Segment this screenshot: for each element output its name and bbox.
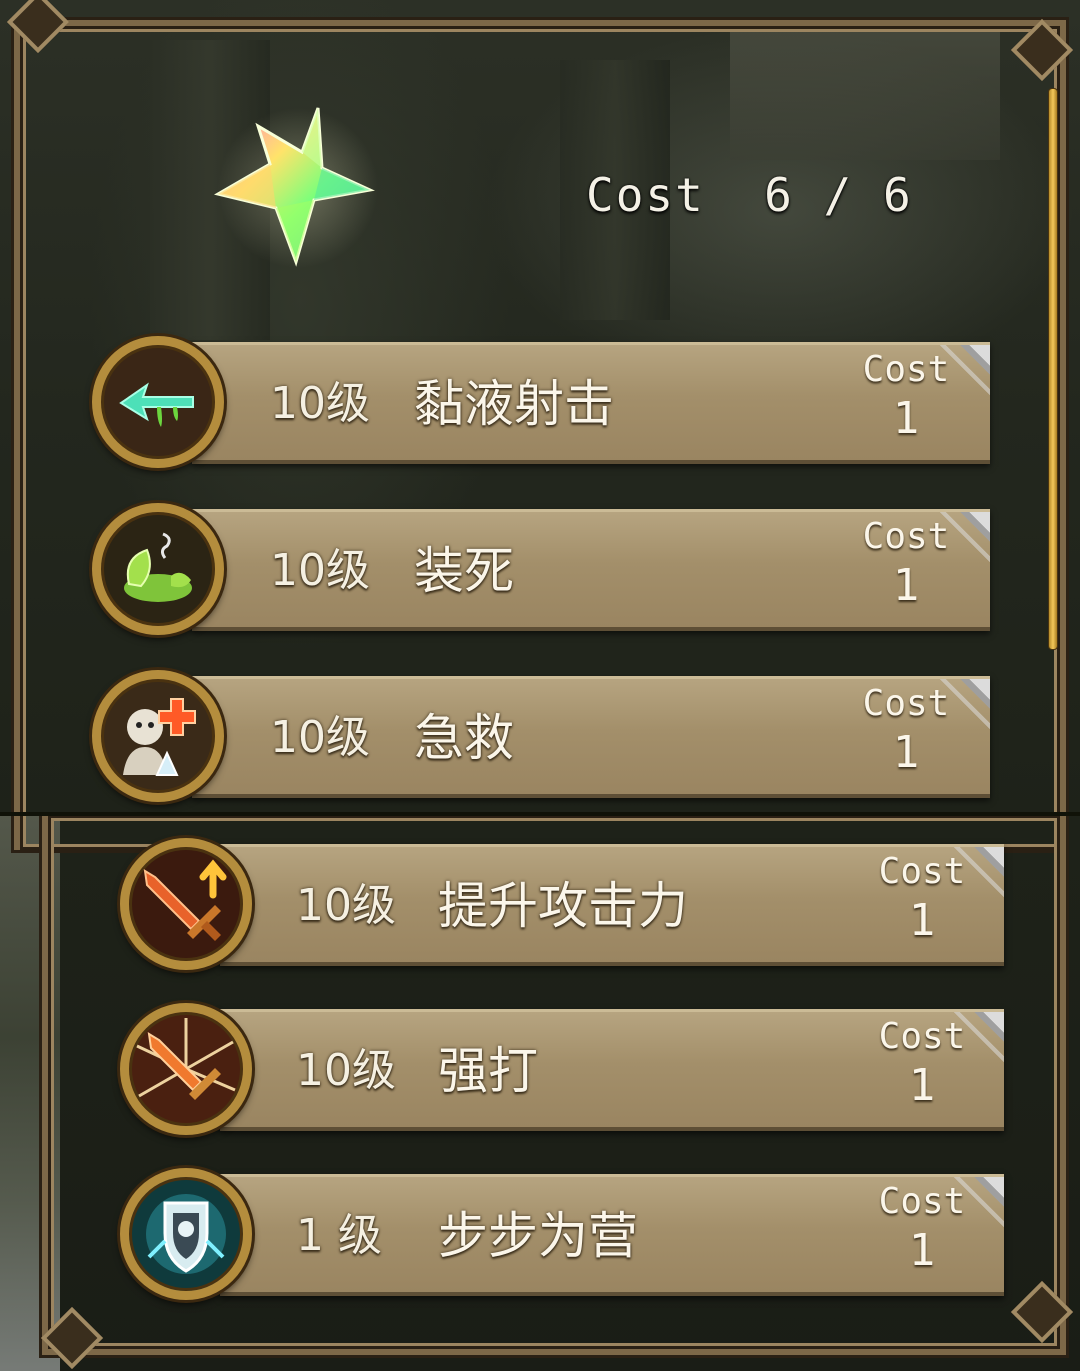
skill-level: 10级 (296, 880, 396, 931)
cost-label: Cost (878, 851, 966, 892)
cost-value: 1 (908, 895, 936, 946)
skill-name: 装死 (414, 542, 514, 600)
skill-level: 10级 (270, 378, 370, 429)
cost-label: Cost (878, 1181, 966, 1222)
skill-row[interactable]: 10级 急救 Cost 1 (92, 670, 990, 805)
slime-arrow-icon (92, 336, 224, 468)
cost-value: 1 (892, 393, 920, 444)
sword-bash-icon (120, 1003, 252, 1135)
cost-value: 1 (908, 1225, 936, 1276)
shield-knight-icon (120, 1168, 252, 1300)
skill-row[interactable]: 1 级 步步为营 Cost 1 (120, 1168, 1004, 1303)
total-cost-counter: Cost 6 / 6 (586, 168, 913, 222)
slime-play-dead-icon (92, 503, 224, 635)
skill-level: 1 级 (296, 1210, 382, 1261)
cost-label: Cost (862, 349, 950, 390)
background-building (730, 20, 1000, 160)
first-aid-icon (92, 670, 224, 802)
skill-row[interactable]: 10级 黏液射击 Cost 1 (92, 336, 990, 471)
cost-label: Cost (862, 683, 950, 724)
skill-row[interactable]: 10级 提升攻击力 Cost 1 (120, 838, 1004, 973)
cost-value: 1 (908, 1060, 936, 1111)
skill-level: 10级 (270, 712, 370, 763)
sword-attack-up-icon (120, 838, 252, 970)
cost-label: Cost (862, 516, 950, 557)
skill-level: 10级 (270, 545, 370, 596)
cost-label: Cost (878, 1016, 966, 1057)
rainbow-star-gem-icon (210, 100, 380, 270)
skill-name: 步步为营 (438, 1207, 638, 1265)
cost-value: 1 (892, 560, 920, 611)
skill-row[interactable]: 10级 强打 Cost 1 (120, 1003, 1004, 1138)
skill-name: 强打 (438, 1042, 538, 1100)
skill-row[interactable]: 10级 装死 Cost 1 (92, 503, 990, 638)
skill-name: 急救 (414, 709, 514, 767)
skill-level: 10级 (296, 1045, 396, 1096)
screenshot-seam (0, 812, 1080, 816)
scrollbar[interactable] (1048, 88, 1058, 650)
background-scenery (0, 815, 60, 1371)
cost-value: 1 (892, 727, 920, 778)
skill-name: 提升攻击力 (438, 877, 688, 935)
skill-name: 黏液射击 (414, 375, 614, 433)
